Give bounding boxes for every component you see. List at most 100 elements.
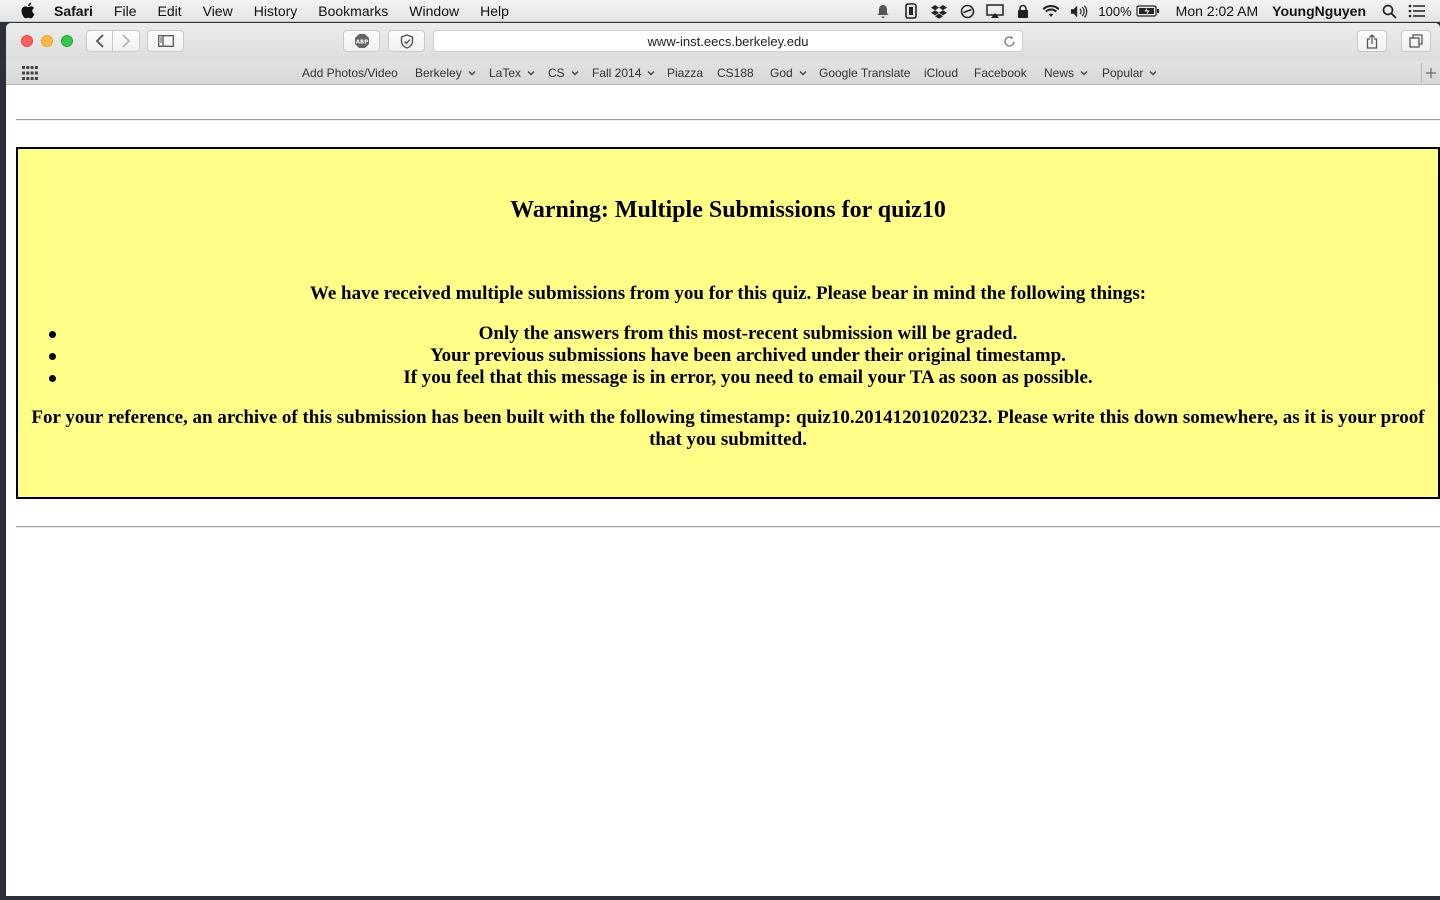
spotlight-search-icon[interactable] [1380,3,1398,19]
sync-icon[interactable] [958,3,976,19]
bullet-icon [49,375,56,382]
list-item-text: Only the answers from this most-recent s… [478,323,1018,344]
tabs-icon [1409,34,1423,48]
apple-menu-icon[interactable] [18,2,36,20]
bullet-icon [49,331,56,338]
favorite-label: Popular [1102,66,1144,80]
favorite-cs188[interactable]: CS188 [717,66,754,80]
window-close-button[interactable] [21,35,33,47]
favorite-label: Google Translate [819,66,911,80]
new-tab-plus-icon[interactable] [1421,63,1440,83]
favorite-icloud[interactable]: iCloud [924,66,958,80]
sidebar-icon [157,35,174,47]
list-item-text: Your previous submissions have been arch… [430,345,1066,366]
warning-intro: We have received multiple submissions fr… [309,283,1147,304]
favorite-label: Fall 2014 [592,66,642,80]
menu-history[interactable]: History [254,3,298,19]
status-area: 100% Mon 2:02 AM YoungNguyen [874,0,1440,22]
menubar-clock[interactable]: Mon 2:02 AM [1176,3,1259,19]
chevron-down-icon [527,69,535,77]
notification-center-icon[interactable] [1408,3,1426,19]
favorite-piazza[interactable]: Piazza [667,66,703,80]
menu-window[interactable]: Window [409,3,459,19]
favorite-label: iCloud [924,66,959,80]
menu-edit[interactable]: Edit [157,3,181,19]
menubar-user[interactable]: YoungNguyen [1272,3,1366,19]
airplay-icon[interactable] [986,3,1005,19]
battery-percent: 100% [1098,3,1132,19]
favorite-news-folder[interactable]: News [1044,66,1088,80]
favorite-cs-folder[interactable]: CS [548,66,579,80]
favorite-fall-2014-folder[interactable]: Fall 2014 [592,66,655,80]
warning-box: Warning: Multiple Submissions for quiz10… [16,147,1440,499]
chevron-down-icon [1080,69,1088,77]
privacy-shield-button[interactable] [388,30,425,52]
address-bar[interactable]: www-inst.eecs.berkeley.edu [433,30,1023,52]
favorite-label: Add Photos/Video [302,66,398,80]
reload-icon[interactable] [1001,33,1017,49]
warning-title: Warning: Multiple Submissions for quiz10 [510,197,946,223]
device-icon[interactable] [902,3,920,19]
bullet-icon [49,353,56,360]
favorite-label: Berkeley [415,66,462,80]
adblock-icon: ABP [354,34,369,48]
svg-text:ABP: ABP [355,40,367,46]
favorite-label: LaTex [489,66,522,80]
favorite-berkeley-folder[interactable]: Berkeley [415,66,476,80]
battery-icon[interactable] [1136,3,1160,19]
favorite-popular-folder[interactable]: Popular [1102,66,1157,80]
page-content: Warning: Multiple Submissions for quiz10… [6,85,1440,896]
tab-overview-button[interactable] [1401,30,1431,52]
menu-help[interactable]: Help [480,3,509,19]
list-item: If you feel that this message is in erro… [18,367,1438,389]
sidebar-toggle-button[interactable] [147,30,184,52]
favorite-label: CS [548,66,565,80]
volume-icon[interactable] [1070,3,1088,19]
window-minimize-button[interactable] [41,35,53,47]
warning-list: Only the answers from this most-recent s… [18,323,1438,389]
bottom-divider [16,526,1440,528]
lock-icon[interactable] [1014,3,1032,19]
back-button[interactable] [86,30,113,52]
browser-window: ABP www-inst.eecs.berkeley.edu Add Photo… [6,23,1440,896]
favorite-label: News [1044,66,1075,80]
favorite-google-translate[interactable]: Google Translate [819,66,910,80]
list-item: Only the answers from this most-recent s… [18,323,1438,345]
adblock-button[interactable]: ABP [343,30,380,52]
dropbox-icon[interactable] [930,3,948,19]
chevron-right-icon [122,34,131,48]
favorite-label: Facebook [974,66,1027,80]
url-text: www-inst.eecs.berkeley.edu [647,33,809,49]
menu-bookmarks[interactable]: Bookmarks [318,3,388,19]
favorite-facebook[interactable]: Facebook [974,66,1027,80]
menu-bar: Safari File Edit View History Bookmarks … [0,0,1440,22]
top-sites-grid-icon[interactable] [22,66,38,80]
favorite-god-folder[interactable]: God [770,66,807,80]
chevron-down-icon [799,69,807,77]
chevron-down-icon [571,69,579,77]
favorite-add-photos[interactable]: Add Photos/Video [302,66,398,80]
forward-button[interactable] [113,30,140,52]
chevron-down-icon [468,69,476,77]
notification-bell-icon[interactable] [874,3,892,19]
menu-file[interactable]: File [114,3,137,19]
favorite-label: CS188 [717,66,754,80]
share-icon [1366,33,1378,49]
favorite-label: God [770,66,793,80]
browser-toolbar: ABP www-inst.eecs.berkeley.edu [6,23,1440,61]
list-item: Your previous submissions have been arch… [18,345,1438,367]
favorite-latex-folder[interactable]: LaTex [489,66,535,80]
favorite-label: Piazza [667,66,704,80]
window-fullscreen-button[interactable] [61,35,73,47]
shield-icon [400,33,413,49]
chevron-down-icon [647,69,655,77]
chevron-down-icon [1149,69,1157,77]
menu-view[interactable]: View [203,3,233,19]
menu-app-name[interactable]: Safari [54,3,93,19]
share-button[interactable] [1357,30,1387,52]
list-item-text: If you feel that this message is in erro… [403,367,1093,388]
top-divider [16,119,1440,121]
submission-reference: For your reference, an archive of this s… [31,407,1425,450]
favorites-bar: Add Photos/Video Berkeley LaTex CS Fall … [6,61,1440,85]
wifi-icon[interactable] [1042,3,1060,19]
